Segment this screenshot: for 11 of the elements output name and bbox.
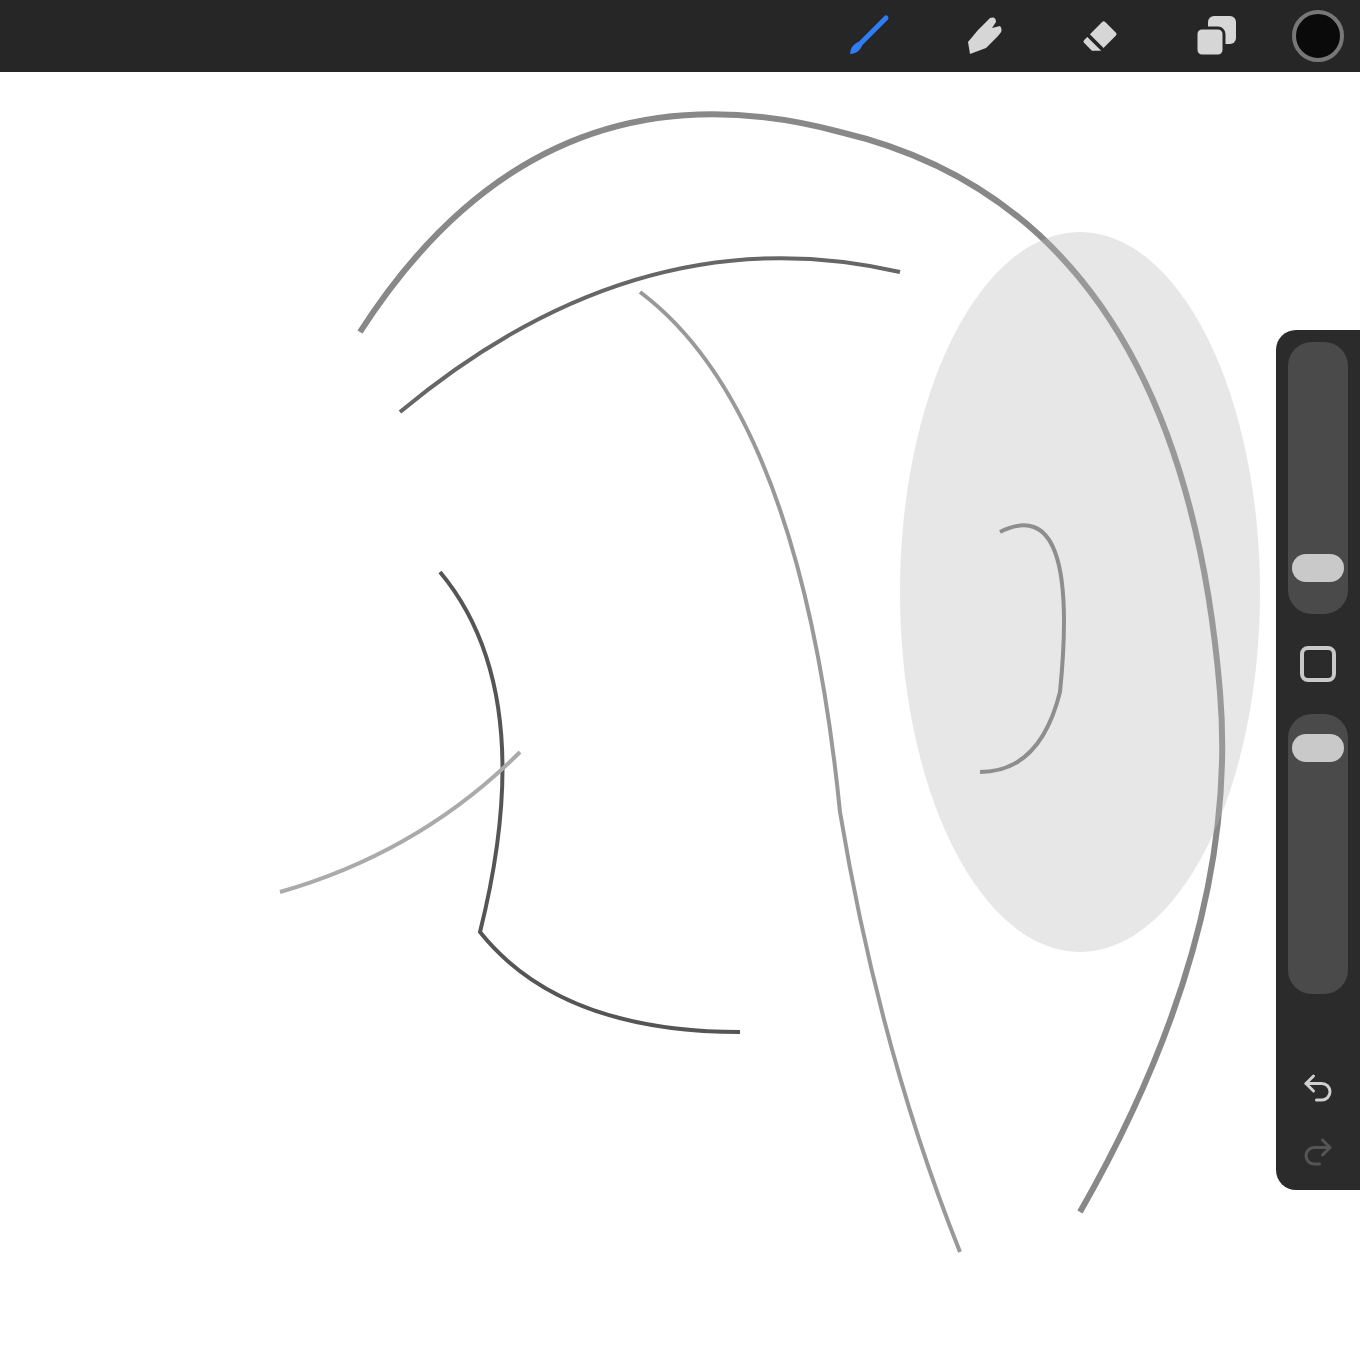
brush-icon (844, 12, 892, 60)
slider-thumb[interactable] (1292, 554, 1344, 583)
redo-arrow-icon (1300, 1134, 1336, 1170)
opacity-slider[interactable] (1288, 714, 1348, 994)
finger-icon (962, 14, 1006, 58)
undo-arrow-icon (1300, 1070, 1336, 1106)
slider-thumb[interactable] (1292, 734, 1344, 763)
layers-icon (1194, 14, 1238, 58)
color-swatch[interactable] (1292, 10, 1344, 62)
brush-size-slider[interactable] (1288, 342, 1348, 614)
modify-button[interactable] (1300, 646, 1336, 682)
